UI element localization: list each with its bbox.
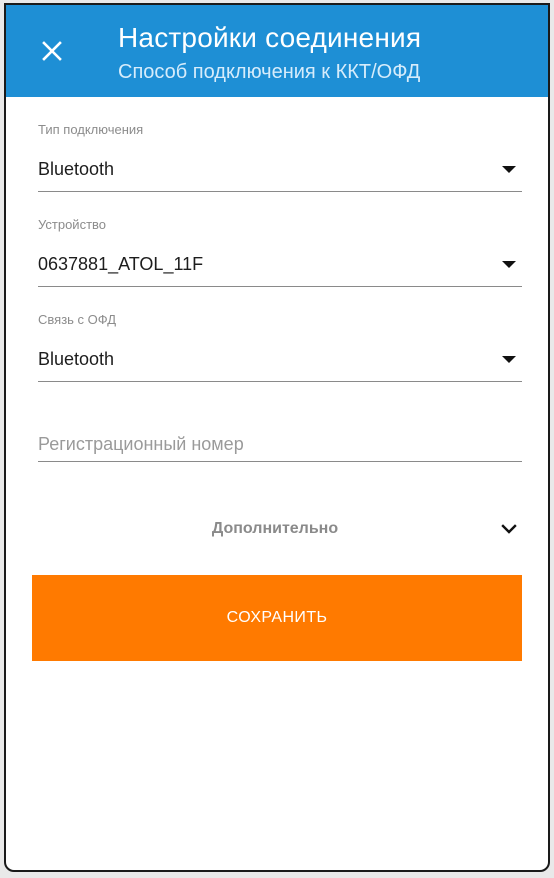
connection-type-value: Bluetooth	[38, 158, 115, 179]
app-screen: Настройки соединения Способ подключения …	[4, 3, 550, 872]
ofd-link-label: Связь с ОФД	[38, 312, 117, 327]
dropdown-arrow-icon	[502, 356, 516, 363]
dropdown-arrow-icon	[502, 166, 516, 173]
ofd-link-field: Связь с ОФД Bluetooth	[38, 287, 522, 382]
ofd-link-value: Bluetooth	[38, 348, 115, 369]
close-icon	[42, 41, 62, 61]
ofd-link-select[interactable]: Bluetooth	[38, 337, 522, 382]
close-button[interactable]	[28, 27, 76, 75]
save-button[interactable]: СОХРАНИТЬ	[32, 575, 522, 661]
advanced-toggle[interactable]: Дополнительно	[38, 514, 522, 544]
device-field: Устройство 0637881_ATOL_11F	[38, 192, 522, 287]
app-bar: Настройки соединения Способ подключения …	[6, 5, 548, 97]
device-label: Устройство	[38, 217, 107, 232]
connection-type-select[interactable]: Bluetooth	[38, 147, 522, 192]
device-select[interactable]: 0637881_ATOL_11F	[38, 242, 522, 287]
chevron-down-icon	[501, 524, 517, 534]
advanced-label: Дополнительно	[211, 520, 339, 537]
dropdown-arrow-icon	[502, 261, 516, 268]
page-title: Настройки соединения	[118, 22, 422, 53]
connection-type-field: Тип подключения Bluetooth	[38, 97, 522, 192]
registration-number-field	[38, 424, 522, 462]
device-value: 0637881_ATOL_11F	[38, 253, 204, 274]
connection-type-label: Тип подключения	[38, 122, 144, 137]
app-bar-titles: Настройки соединения Способ подключения …	[118, 21, 421, 85]
page-subtitle: Способ подключения к ККТ/ОФД	[118, 61, 421, 83]
settings-form: Тип подключения Bluetooth Устройство 063…	[6, 97, 548, 544]
registration-number-input[interactable]	[38, 434, 522, 455]
